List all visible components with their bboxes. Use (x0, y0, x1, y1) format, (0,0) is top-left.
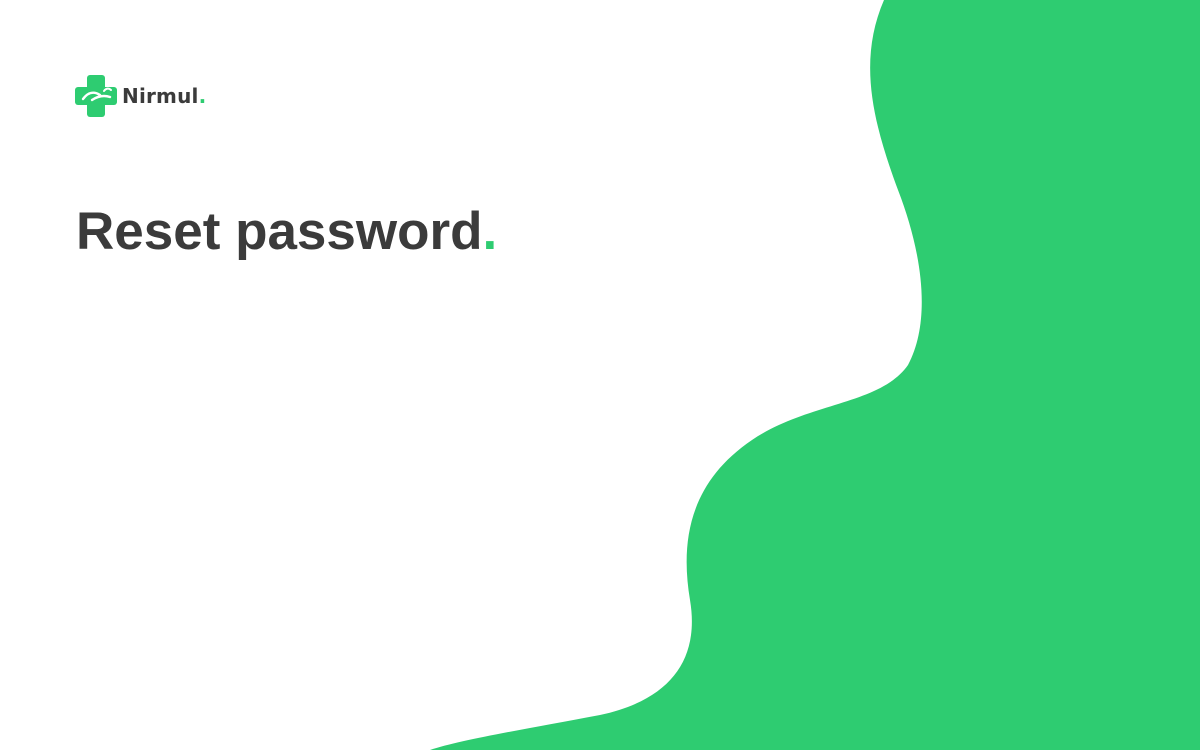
reset-password-page: Nirmul. Reset password. (0, 0, 1200, 750)
brand[interactable]: Nirmul. (74, 74, 206, 118)
brand-name: Nirmul. (122, 86, 206, 106)
page-title-dot: . (482, 202, 498, 261)
medical-cross-hands-icon (75, 75, 117, 117)
page-title: Reset password. (76, 200, 497, 264)
page-title-text: Reset password (76, 202, 483, 261)
brand-name-text: Nirmul (122, 84, 199, 108)
brand-name-dot: . (198, 84, 207, 108)
